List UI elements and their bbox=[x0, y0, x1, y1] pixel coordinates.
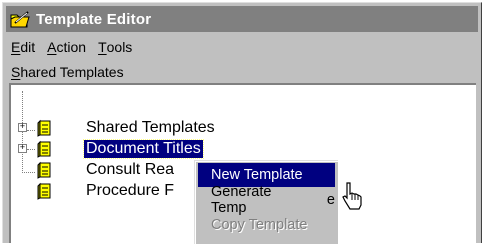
menu-tools-mnemonic: T bbox=[98, 39, 107, 55]
menu-edit-mnemonic: E bbox=[11, 39, 21, 55]
tree-node-procedure[interactable]: Procedure F bbox=[86, 182, 174, 200]
menu-edit[interactable]: Edit bbox=[11, 39, 35, 55]
pane-label-mnemonic: S bbox=[11, 64, 21, 80]
tree-node-consult-reasons[interactable]: Consult Rea bbox=[86, 161, 174, 179]
tree-node-document-titles[interactable]: Document Titles bbox=[83, 139, 204, 159]
window-title: Template Editor bbox=[36, 10, 152, 28]
menu-item-generate-template[interactable]: Generate Temp e bbox=[198, 184, 335, 216]
menu-action-mnemonic: A bbox=[47, 39, 57, 55]
folder-pencil-icon bbox=[10, 11, 30, 28]
menu-tools[interactable]: Tools bbox=[98, 39, 132, 55]
template-book-icon bbox=[37, 119, 51, 137]
menu-item-generate-template-label: Generate Temp bbox=[211, 184, 272, 216]
pane-label-rest: hared Templates bbox=[20, 64, 124, 80]
context-menu: New Template Generate Temp e Copy Templat… bbox=[194, 160, 338, 244]
title-bar[interactable]: Template Editor bbox=[6, 6, 478, 32]
menu-item-copy-template: Copy Template bbox=[211, 217, 308, 233]
menu-bar: Edit Action Tools bbox=[11, 36, 144, 58]
tree-node-shared-templates[interactable]: Shared Templates bbox=[86, 119, 215, 137]
menu-edit-rest: dit bbox=[20, 39, 36, 55]
template-book-icon bbox=[37, 182, 51, 200]
menu-tools-rest: ools bbox=[106, 39, 133, 55]
template-book-icon bbox=[37, 140, 51, 158]
menu-action-rest: ction bbox=[56, 39, 87, 55]
tree-line bbox=[22, 172, 35, 174]
shared-templates-label: Shared Templates bbox=[11, 64, 124, 80]
expand-toggle[interactable]: + bbox=[18, 123, 27, 132]
tree-line bbox=[27, 149, 35, 151]
template-book-icon bbox=[37, 161, 51, 179]
tree-line-vertical bbox=[22, 91, 24, 173]
mouse-pointer-icon bbox=[342, 182, 362, 210]
menu-action[interactable]: Action bbox=[47, 39, 86, 55]
expand-toggle[interactable]: + bbox=[18, 144, 27, 153]
tree-line bbox=[27, 130, 35, 132]
menu-item-generate-template-suffix: e bbox=[326, 192, 335, 208]
